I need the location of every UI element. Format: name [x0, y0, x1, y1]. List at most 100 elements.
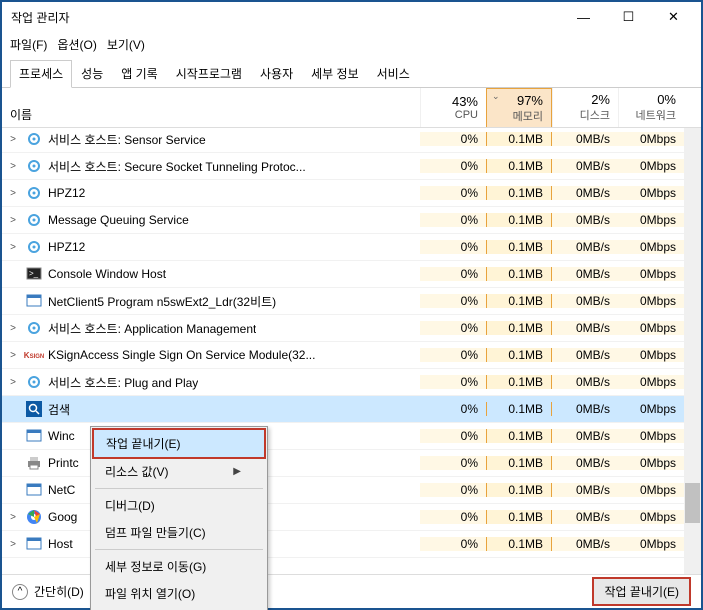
process-name: Goog	[48, 510, 77, 524]
cell-cpu: 0%	[420, 186, 486, 200]
header-disk[interactable]: 2% 디스크	[552, 88, 618, 127]
gear-icon	[26, 212, 42, 228]
header-network[interactable]: 0% 네트워크	[618, 88, 684, 127]
menu-file[interactable]: 파일(F)	[10, 36, 47, 53]
network-label: 네트워크	[636, 107, 676, 123]
expand-icon[interactable]: >	[6, 512, 20, 523]
scrollbar-track[interactable]	[684, 128, 701, 574]
cpu-label: CPU	[455, 109, 478, 121]
chrome-icon	[26, 509, 42, 525]
cell-net: 0Mbps	[618, 267, 684, 281]
menu-end-task[interactable]: 작업 끝내기(E)	[92, 428, 266, 459]
process-row[interactable]: >Message Queuing Service0%0.1MB0MB/s0Mbp…	[2, 207, 701, 234]
process-name: NetC	[48, 483, 75, 497]
cell-net: 0Mbps	[618, 483, 684, 497]
tab-performance[interactable]: 성능	[72, 60, 112, 87]
maximize-button[interactable]: ☐	[606, 3, 651, 31]
app-icon	[26, 536, 42, 552]
cell-net: 0Mbps	[618, 348, 684, 362]
expand-icon[interactable]: >	[6, 134, 20, 145]
cell-mem: 0.1MB	[486, 321, 552, 335]
tab-startup[interactable]: 시작프로그램	[167, 60, 251, 87]
expand-icon[interactable]: >	[6, 188, 20, 199]
printer-icon	[26, 455, 42, 471]
cell-cpu: 0%	[420, 510, 486, 524]
menu-open-location[interactable]: 파일 위치 열기(O)	[93, 580, 265, 607]
header-memory[interactable]: ⌄ 97% 메모리	[486, 88, 552, 127]
process-row[interactable]: >서비스 호스트: Plug and Play0%0.1MB0MB/s0Mbps	[2, 369, 701, 396]
menu-debug[interactable]: 디버그(D)	[93, 492, 265, 519]
network-percent: 0%	[657, 92, 676, 107]
menu-options[interactable]: 옵션(O)	[57, 36, 96, 53]
svg-text:>_: >_	[29, 269, 39, 278]
cell-net: 0Mbps	[618, 456, 684, 470]
tab-app-history[interactable]: 앱 기록	[112, 60, 166, 87]
process-row[interactable]: >서비스 호스트: Sensor Service0%0.1MB0MB/s0Mbp…	[2, 128, 701, 153]
search-icon	[26, 401, 42, 417]
header-name[interactable]: 이름	[2, 88, 420, 127]
close-button[interactable]: ✕	[651, 3, 696, 31]
cell-cpu: 0%	[420, 294, 486, 308]
tab-services[interactable]: 서비스	[368, 60, 419, 87]
collapse-icon[interactable]: ^	[12, 584, 28, 600]
disk-label: 디스크	[580, 107, 610, 123]
menu-separator	[95, 488, 263, 489]
cell-mem: 0.1MB	[486, 159, 552, 173]
expand-icon[interactable]: >	[6, 161, 20, 172]
process-row[interactable]: >HPZ120%0.1MB0MB/s0Mbps	[2, 180, 701, 207]
expand-icon[interactable]: >	[6, 242, 20, 253]
app-icon	[26, 428, 42, 444]
menu-goto-details[interactable]: 세부 정보로 이동(G)	[93, 553, 265, 580]
scrollbar-thumb[interactable]	[685, 483, 700, 523]
process-name: HPZ12	[48, 240, 85, 254]
sort-indicator-icon: ⌄	[492, 91, 500, 102]
process-name: Console Window Host	[48, 267, 166, 281]
tab-processes[interactable]: 프로세스	[10, 60, 72, 88]
cell-disk: 0MB/s	[552, 159, 618, 173]
cell-disk: 0MB/s	[552, 213, 618, 227]
tab-details[interactable]: 세부 정보	[302, 60, 368, 87]
process-name: 서비스 호스트: Sensor Service	[48, 131, 206, 148]
column-headers: 이름 43% CPU ⌄ 97% 메모리 2% 디스크 0% 네트워크	[2, 88, 701, 128]
end-task-button[interactable]: 작업 끝내기(E)	[592, 577, 691, 606]
process-row[interactable]: >검색0%0.1MB0MB/s0Mbps	[2, 396, 701, 423]
process-row[interactable]: >KSIGNKSignAccess Single Sign On Service…	[2, 342, 701, 369]
expand-icon[interactable]: >	[6, 377, 20, 388]
memory-label: 메모리	[513, 108, 543, 124]
cell-mem: 0.1MB	[486, 213, 552, 227]
expand-icon[interactable]: >	[6, 539, 20, 550]
gear-icon	[26, 239, 42, 255]
process-row[interactable]: >HPZ120%0.1MB0MB/s0Mbps	[2, 234, 701, 261]
cell-mem: 0.1MB	[486, 429, 552, 443]
menu-view[interactable]: 보기(V)	[107, 36, 145, 53]
cell-mem: 0.1MB	[486, 132, 552, 146]
process-row[interactable]: > 서비스 호스트: Secure Socket Tunneling Protoc…	[2, 153, 701, 180]
tab-users[interactable]: 사용자	[251, 60, 302, 87]
window-title: 작업 관리자	[7, 9, 70, 26]
expand-icon[interactable]: >	[6, 323, 20, 334]
cell-disk: 0MB/s	[552, 456, 618, 470]
cell-net: 0Mbps	[618, 132, 684, 146]
process-row[interactable]: >>_Console Window Host0%0.1MB0MB/s0Mbps	[2, 261, 701, 288]
menu-resource-values[interactable]: 리소스 값(V)▶	[93, 458, 265, 485]
minimize-button[interactable]: —	[561, 3, 606, 31]
fewer-details-link[interactable]: 간단히(D)	[34, 583, 84, 600]
header-cpu[interactable]: 43% CPU	[420, 88, 486, 127]
expand-icon[interactable]: >	[6, 215, 20, 226]
cell-cpu: 0%	[420, 348, 486, 362]
process-row[interactable]: >NetClient5 Program n5swExt2_Ldr(32비트)0%…	[2, 288, 701, 315]
cell-cpu: 0%	[420, 537, 486, 551]
cell-cpu: 0%	[420, 240, 486, 254]
expand-icon[interactable]: >	[6, 350, 20, 361]
cell-mem: 0.1MB	[486, 348, 552, 362]
cell-cpu: 0%	[420, 267, 486, 281]
cell-mem: 0.1MB	[486, 510, 552, 524]
disk-percent: 2%	[591, 92, 610, 107]
cell-mem: 0.1MB	[486, 240, 552, 254]
cell-net: 0Mbps	[618, 240, 684, 254]
process-name: 서비스 호스트: Secure Socket Tunneling Protoc.…	[48, 158, 306, 175]
menu-create-dump[interactable]: 덤프 파일 만들기(C)	[93, 519, 265, 546]
process-row[interactable]: >서비스 호스트: Application Management0%0.1MB0…	[2, 315, 701, 342]
process-name: Message Queuing Service	[48, 213, 189, 227]
gear-icon	[26, 131, 42, 147]
